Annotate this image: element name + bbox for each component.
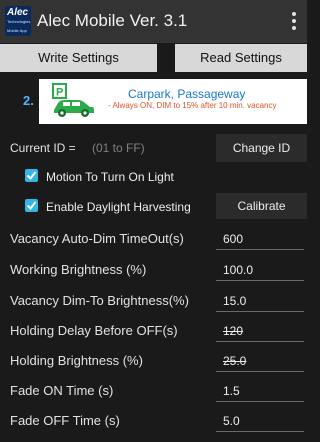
- fade-on-input[interactable]: 1.5: [216, 380, 304, 402]
- vacancy-timeout-label: Vacancy Auto-Dim TimeOut(s): [10, 231, 184, 246]
- holding-delay-input[interactable]: 120: [216, 320, 304, 342]
- svg-text:P: P: [56, 87, 63, 99]
- vacancy-timeout-input[interactable]: 600: [216, 228, 304, 250]
- app-bar: Alec Technologies Mobile App Alec Mobile…: [0, 0, 307, 43]
- write-settings-button[interactable]: Write Settings: [0, 44, 157, 72]
- alec-logo: Alec Technologies Mobile App: [5, 6, 31, 36]
- change-id-button[interactable]: Change ID: [216, 134, 307, 162]
- logo-subtext: Technologies: [7, 19, 31, 24]
- app-title: Alec Mobile Ver. 3.1: [37, 11, 188, 30]
- holding-brightness-input[interactable]: 25.0: [216, 350, 304, 372]
- holding-delay-label: Holding Delay Before OFF(s): [10, 323, 178, 338]
- mode-description: - Always ON, DIM to 15% after 10 min. va…: [108, 101, 277, 110]
- fade-on-label: Fade ON Time (s): [10, 383, 114, 398]
- overflow-menu-icon[interactable]: [289, 11, 299, 33]
- daylight-harvesting-checkbox[interactable]: [25, 199, 38, 212]
- fade-off-label: Fade OFF Time (s): [10, 413, 120, 428]
- parking-car-icon: P: [52, 83, 94, 117]
- mode-selector[interactable]: P Carpark, Passageway - Always ON, DIM t…: [39, 79, 307, 124]
- motion-label: Motion To Turn On Light: [46, 170, 174, 184]
- current-id-input[interactable]: (01 to FF): [92, 141, 145, 155]
- logo-caption: Mobile App: [7, 28, 27, 33]
- mode-title: Carpark, Passageway: [128, 87, 246, 101]
- read-settings-button[interactable]: Read Settings: [175, 44, 307, 72]
- holding-brightness-label: Holding Brightness (%): [10, 353, 143, 368]
- working-brightness-input[interactable]: 100.0: [216, 259, 304, 281]
- vacancy-dim-brightness-label: Vacancy Dim-To Brightness(%): [10, 293, 189, 308]
- mode-number: 2.: [23, 93, 34, 108]
- fade-off-input[interactable]: 5.0: [216, 410, 304, 432]
- working-brightness-label: Working Brightness (%): [10, 262, 147, 277]
- vacancy-dim-brightness-input[interactable]: 15.0: [216, 290, 304, 312]
- current-id-label: Current ID =: [10, 141, 76, 155]
- daylight-harvesting-label: Enable Daylight Harvesting: [46, 200, 191, 214]
- logo-text: Alec: [7, 7, 29, 18]
- check-icon: [26, 201, 37, 211]
- motion-checkbox[interactable]: [25, 169, 38, 182]
- check-icon: [26, 171, 37, 181]
- calibrate-button[interactable]: Calibrate: [216, 193, 307, 219]
